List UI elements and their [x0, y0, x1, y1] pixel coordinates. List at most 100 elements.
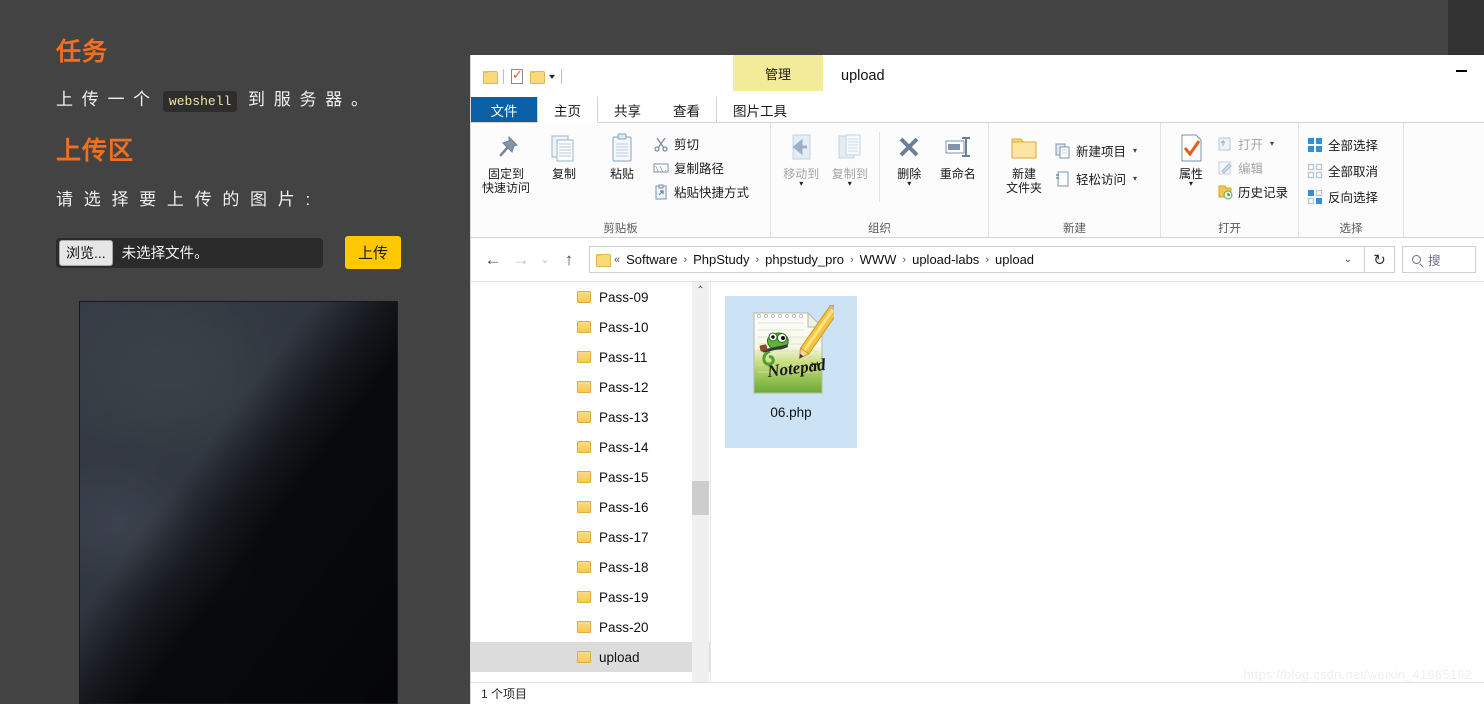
tree-item[interactable]: Pass-14: [471, 432, 710, 462]
breadcrumb-item[interactable]: PhpStudy: [688, 252, 754, 267]
upload-submit-button[interactable]: 上传: [345, 236, 402, 269]
group-label: 打开: [1218, 223, 1241, 235]
button-label: 粘贴: [609, 167, 634, 181]
divider: [503, 68, 504, 84]
scroll-up-icon[interactable]: ⌃: [696, 282, 704, 299]
button-label: 反向选择: [1328, 191, 1379, 205]
breadcrumb-item[interactable]: Software: [621, 252, 682, 267]
up-button[interactable]: ↑: [555, 246, 583, 274]
delete-button[interactable]: 删除 ▾: [885, 128, 934, 188]
notepad-plus-plus-file-icon: Notepad ++: [748, 298, 844, 401]
file-input-control[interactable]: 浏览... 未选择文件。: [56, 237, 323, 268]
scrollbar-thumb[interactable]: [692, 481, 709, 515]
chevron-down-icon[interactable]: ⌄: [1336, 254, 1360, 265]
tree-item[interactable]: Pass-10: [471, 312, 710, 342]
tab-picture-tools[interactable]: 图片工具: [716, 97, 803, 122]
chevron-down-icon[interactable]: ▾: [907, 180, 911, 188]
history-button[interactable]: 历史记录: [1215, 181, 1292, 202]
tree-item[interactable]: Pass-12: [471, 372, 710, 402]
folder-icon: [577, 561, 591, 573]
copy-to-icon: [834, 132, 866, 164]
folder-icon[interactable]: [483, 70, 498, 84]
browse-button[interactable]: 浏览...: [59, 239, 113, 266]
select-small-buttons: 全部选择 全部取消 反向选择: [1305, 128, 1382, 207]
search-input[interactable]: 搜: [1402, 246, 1476, 273]
cut-button[interactable]: 剪切: [651, 133, 753, 154]
tree-item-selected[interactable]: upload: [471, 642, 710, 672]
invert-selection-button[interactable]: 反向选择: [1305, 186, 1382, 207]
tab-home[interactable]: 主页: [537, 97, 598, 123]
paste-button[interactable]: 粘贴: [593, 128, 651, 181]
properties-icon[interactable]: [511, 67, 523, 84]
easy-access-button[interactable]: 轻松访问 ▾: [1053, 168, 1141, 189]
new-folder-button[interactable]: 新建 文件夹: [995, 128, 1053, 195]
tree-item[interactable]: Pass-17: [471, 522, 710, 552]
quick-access-toolbar: ▾: [471, 55, 563, 97]
copy-path-button[interactable]: \\.. 复制路径: [651, 157, 753, 178]
new-item-button[interactable]: 新建项目 ▾: [1053, 140, 1141, 161]
chevron-down-icon[interactable]: ▾: [848, 180, 852, 188]
tree-item[interactable]: Pass-19: [471, 582, 710, 612]
breadcrumb-item-current[interactable]: upload: [990, 252, 1039, 267]
breadcrumb-item[interactable]: phpstudy_pro: [760, 252, 849, 267]
refresh-button[interactable]: ↻: [1365, 246, 1395, 273]
copy-to-button[interactable]: 复制到 ▾: [826, 128, 875, 188]
properties-button[interactable]: 属性 ▾: [1167, 128, 1215, 188]
recent-locations-button[interactable]: ⌄: [535, 246, 555, 274]
tab-file[interactable]: 文件: [471, 97, 537, 122]
back-button[interactable]: ←: [479, 246, 507, 274]
pin-to-quick-access-button[interactable]: 固定到 快速访问: [477, 128, 535, 195]
scissors-icon: [653, 136, 669, 152]
tree-item[interactable]: Pass-20: [471, 612, 710, 642]
group-label: 组织: [868, 223, 891, 235]
rename-button[interactable]: 重命名: [933, 128, 982, 181]
properties-icon: [1175, 132, 1207, 164]
tree-item[interactable]: Pass-15: [471, 462, 710, 492]
ribbon: 固定到 快速访问 复制 粘贴 剪切 \\. 复制路径 粘贴快捷方式 剪贴板 移动…: [471, 123, 1484, 238]
address-input[interactable]: « Software › PhpStudy › phpstudy_pro › W…: [589, 246, 1365, 273]
chevron-down-icon[interactable]: ▾: [1270, 139, 1274, 148]
file-item-06-php[interactable]: Notepad ++ 06.php: [725, 296, 857, 448]
select-none-button[interactable]: 全部取消: [1305, 160, 1382, 181]
button-label: 编辑: [1237, 162, 1263, 176]
window-title: upload: [841, 68, 885, 84]
chevron-down-icon[interactable]: ▾: [1133, 146, 1137, 155]
ribbon-group-new: 新建 文件夹 新建项目 ▾ 轻松访问 ▾ 新建: [989, 123, 1161, 237]
new-folder-icon[interactable]: [530, 70, 545, 84]
navigation-pane-scrollbar[interactable]: ⌃ ⌄: [692, 282, 709, 699]
tree-item[interactable]: Pass-18: [471, 552, 710, 582]
forward-button[interactable]: →: [507, 246, 535, 274]
tab-view[interactable]: 查看: [657, 97, 716, 122]
minimize-button[interactable]: [1438, 55, 1484, 87]
select-all-icon: [1307, 137, 1323, 153]
task-description: 上 传 一 个 webshell 到 服 务 器 。: [56, 85, 370, 112]
breadcrumb-item[interactable]: upload-labs: [907, 252, 984, 267]
select-all-button[interactable]: 全部选择: [1305, 134, 1382, 155]
edit-button[interactable]: 编辑: [1215, 157, 1292, 178]
tree-item[interactable]: Pass-09: [471, 282, 710, 312]
tree-item-label: Pass-15: [599, 469, 649, 485]
contextual-tab-manage[interactable]: 管理: [733, 55, 823, 91]
folder-icon: [577, 441, 591, 453]
file-list-pane: Notepad ++ 06.php: [711, 282, 1484, 699]
move-to-button[interactable]: 移动到 ▾: [777, 128, 826, 188]
folder-icon: [577, 621, 591, 633]
upload-form: 浏览... 未选择文件。 上传: [56, 236, 402, 269]
tree-item[interactable]: Pass-11: [471, 342, 710, 372]
tab-share[interactable]: 共享: [598, 97, 657, 122]
tree-item[interactable]: Pass-16: [471, 492, 710, 522]
button-label: 轻松访问: [1076, 173, 1127, 187]
folder-icon: [577, 321, 591, 333]
select-none-icon: [1307, 163, 1323, 179]
chevron-down-icon[interactable]: ▾: [799, 180, 803, 188]
chevron-down-icon[interactable]: ▾: [1189, 180, 1193, 188]
tree-item-label: Pass-20: [599, 619, 649, 635]
copy-button[interactable]: 复制: [535, 128, 593, 181]
breadcrumb-item[interactable]: WWW: [855, 252, 902, 267]
paste-shortcut-button[interactable]: 粘贴快捷方式: [651, 181, 753, 202]
tree-item-label: Pass-16: [599, 499, 649, 515]
tree-item[interactable]: Pass-13: [471, 402, 710, 432]
chevron-down-icon[interactable]: ▾: [1133, 174, 1137, 183]
open-button[interactable]: 打开 ▾: [1215, 133, 1292, 154]
chevron-down-icon[interactable]: ▾: [549, 72, 555, 81]
